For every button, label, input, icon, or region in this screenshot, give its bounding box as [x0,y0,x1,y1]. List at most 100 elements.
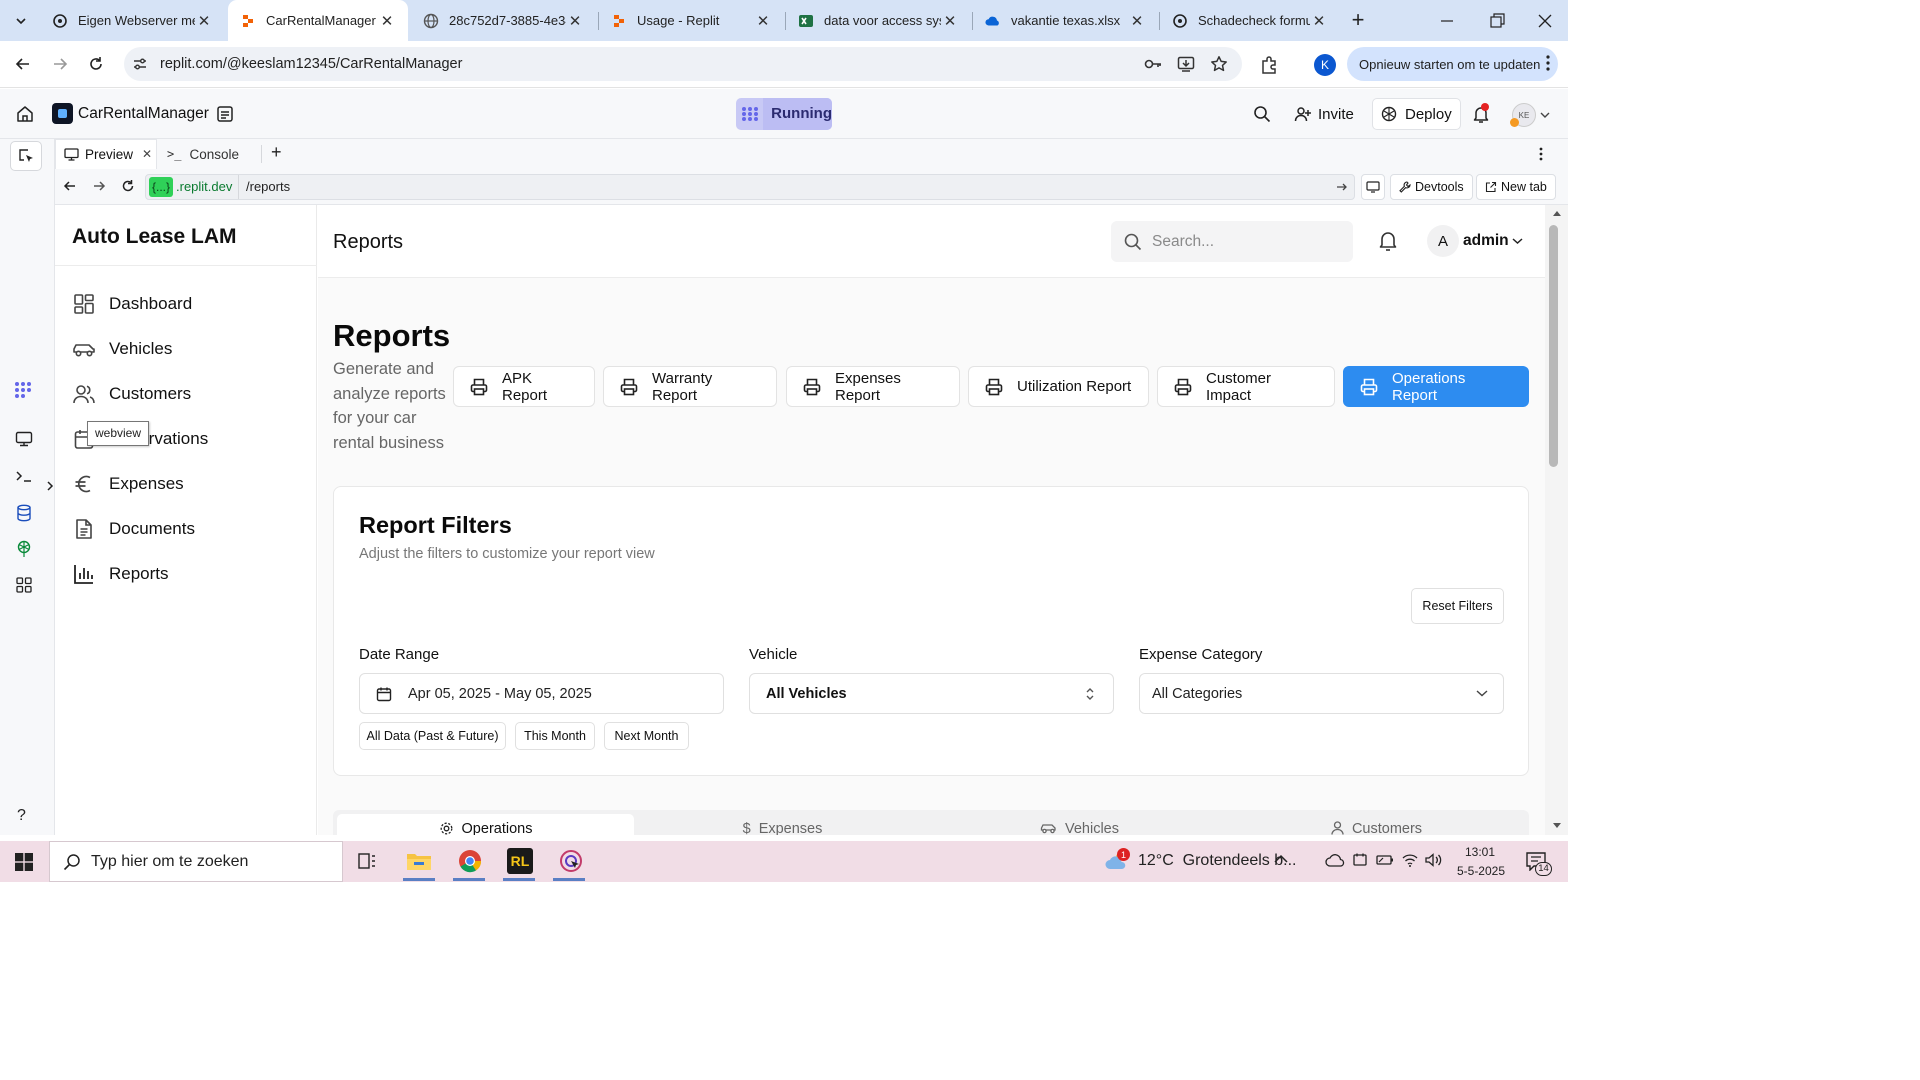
vehicle-select[interactable]: All Vehicles [749,673,1114,714]
reset-filters-button[interactable]: Reset Filters [1411,588,1504,624]
apk-report-button[interactable]: APK Report [453,366,595,407]
new-tab-button[interactable]: New tab [1476,174,1556,200]
warranty-report-button[interactable]: Warranty Report [603,366,777,407]
url-text[interactable]: replit.com/@keeslam12345/CarRentalManage… [160,56,462,72]
browser-tab[interactable]: Eigen Webserver met ✕ [40,0,225,41]
deployments-icon[interactable] [15,540,33,558]
sidebar-item-customers[interactable]: Customers [72,376,191,412]
battery-icon[interactable] [1376,853,1394,867]
browser-tab[interactable]: vakantie texas.xlsx ✕ [973,0,1158,41]
operations-report-button[interactable]: Operations Report [1343,366,1529,407]
help-question-icon[interactable]: ? [17,807,26,825]
close-icon[interactable]: ✕ [566,12,584,30]
meet-icon[interactable] [1352,852,1368,868]
run-status-button[interactable]: Running [736,98,832,130]
install-app-icon[interactable] [1177,55,1195,73]
back-arrow-icon[interactable] [63,179,77,193]
new-tab-plus-icon[interactable]: + [1346,9,1370,32]
update-chrome-button[interactable]: Opnieuw starten om te updaten [1347,47,1558,81]
chevron-up-icon[interactable] [1274,854,1288,864]
project-files-icon[interactable] [216,105,234,123]
extensions-puzzle-icon[interactable] [1259,54,1281,76]
taskbar-search-input[interactable]: Typ hier om te zoeken [49,841,343,882]
customer-impact-button[interactable]: Customer Impact [1157,366,1335,407]
url-bar[interactable]: replit.com/@keeslam12345/CarRentalManage… [124,47,1242,81]
browser-tab[interactable]: 28c752d7-3885-4e34 ✕ [411,0,596,41]
chevron-down-icon[interactable] [1540,111,1550,119]
utilization-report-button[interactable]: Utilization Report [968,366,1149,407]
tab-console[interactable]: >_ Console [161,139,261,169]
sidebar-item-dashboard[interactable]: Dashboard [72,286,192,322]
screen-size-icon[interactable] [1361,174,1385,200]
search-icon[interactable] [1253,105,1271,123]
bookmark-star-icon[interactable] [1210,55,1228,73]
this-month-button[interactable]: This Month [515,722,595,750]
go-arrow-icon[interactable] [1336,181,1348,193]
webview-url-input[interactable]: {...} .replit.dev /reports [145,174,1355,200]
task-view-icon[interactable] [357,851,377,871]
browser-tab-active[interactable]: CarRentalManager - ✕ [228,0,408,41]
invite-button[interactable]: Invite [1286,98,1362,130]
vertical-scrollbar[interactable] [1545,205,1568,835]
back-arrow-icon[interactable] [8,49,38,79]
search-input[interactable]: Search... [1111,221,1353,262]
profile-avatar[interactable]: K [1314,54,1336,76]
monitor-icon[interactable] [15,431,33,447]
windows-start-icon[interactable] [15,853,33,871]
tab-search-chevron-icon[interactable] [8,8,34,34]
close-icon[interactable]: ✕ [754,12,772,30]
site-settings-icon[interactable] [132,56,148,72]
onedrive-cloud-icon[interactable] [1325,853,1345,867]
wifi-icon[interactable] [1401,852,1419,868]
sidebar-item-documents[interactable]: Documents [72,511,195,547]
browser-tab[interactable]: data voor access syst ✕ [786,0,971,41]
kebab-menu-icon[interactable] [1546,55,1550,71]
clock-time[interactable]: 13:01 [1452,845,1508,859]
scroll-down-arrow-icon[interactable] [1552,822,1562,829]
volume-icon[interactable] [1424,852,1442,868]
tab-vehicles[interactable]: Vehicles [931,814,1228,835]
add-tab-plus-icon[interactable]: + [271,142,282,163]
forward-arrow-icon[interactable] [45,49,75,79]
tab-expenses[interactable]: $ Expenses [634,814,931,835]
tab-operations[interactable]: Operations [337,814,634,835]
tab-preview[interactable]: Preview ✕ [55,139,157,169]
close-icon[interactable]: ✕ [378,12,396,30]
close-icon[interactable]: ✕ [941,12,959,30]
forward-arrow-icon[interactable] [92,179,106,193]
close-icon[interactable]: ✕ [1310,12,1328,30]
deploy-button[interactable]: Deploy [1372,98,1461,130]
minimize-icon[interactable] [1436,10,1458,32]
rl-app-icon[interactable]: RL [507,848,533,874]
home-icon[interactable] [16,105,34,123]
close-icon[interactable]: ✕ [1128,12,1146,30]
expense-category-select[interactable]: All Categories [1139,673,1504,714]
browser-tab[interactable]: Usage - Replit ✕ [599,0,784,41]
chevron-down-icon[interactable] [1512,237,1523,245]
expenses-report-button[interactable]: Expenses Report [786,366,960,407]
file-explorer-icon[interactable] [406,850,432,872]
restore-icon[interactable] [1486,10,1508,32]
sidebar-item-reports[interactable]: Reports [72,556,169,592]
chrome-icon[interactable] [458,849,482,873]
devtools-button[interactable]: Devtools [1390,174,1473,200]
next-month-button[interactable]: Next Month [604,722,689,750]
expand-chevron-icon[interactable] [46,480,54,492]
close-icon[interactable]: ✕ [142,147,152,161]
all-data-button[interactable]: All Data (Past & Future) [359,722,506,750]
sidebar-item-vehicles[interactable]: Vehicles [72,331,172,367]
date-range-picker[interactable]: Apr 05, 2025 - May 05, 2025 [359,673,724,714]
cursor-app-icon[interactable] [559,849,583,873]
sidebar-item-expenses[interactable]: Expenses [72,466,184,502]
webview-path[interactable]: /reports [246,179,290,194]
user-avatar[interactable]: A [1427,225,1459,257]
agent-dots-icon[interactable] [13,381,33,399]
reload-icon[interactable] [81,49,111,79]
shell-prompt-icon[interactable] [15,469,33,483]
select-element-icon[interactable] [10,141,42,171]
close-icon[interactable]: ✕ [195,12,213,30]
database-icon[interactable] [16,504,32,522]
weather-text[interactable]: 12°C Grotendeels b... [1138,852,1296,870]
apps-grid-icon[interactable] [15,576,33,594]
tab-customers[interactable]: Customers [1228,814,1525,835]
